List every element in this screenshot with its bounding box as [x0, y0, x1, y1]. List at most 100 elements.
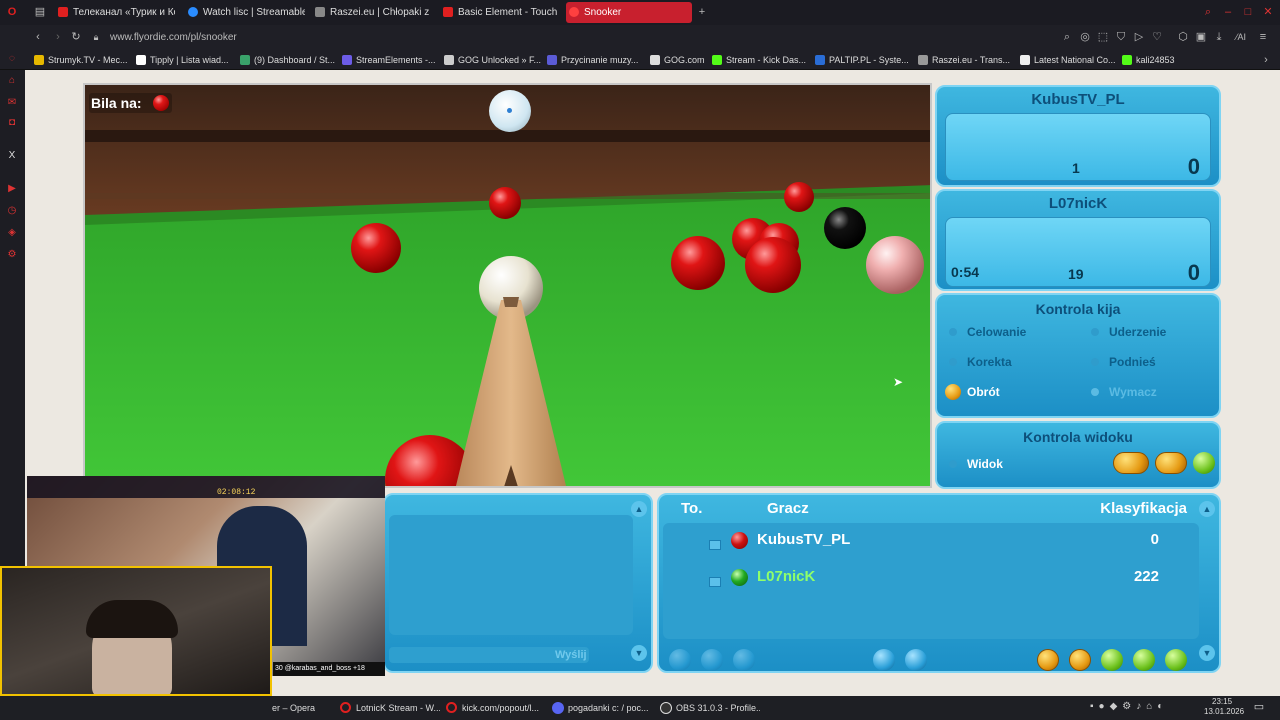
back-icon[interactable]: ‹: [30, 29, 46, 45]
bookmark-paltip[interactable]: PALTIP.PL - Syste...: [815, 52, 909, 68]
settings-icon[interactable]: [873, 649, 895, 671]
bookmark-national[interactable]: Latest National Co...: [1020, 52, 1116, 68]
menu-icon[interactable]: ≡: [1255, 29, 1271, 45]
new-tab-icon[interactable]: +: [694, 4, 710, 20]
search-tabs-icon[interactable]: ⌕: [1200, 4, 1216, 20]
taskbar-item-opera[interactable]: er – Opera: [272, 700, 334, 716]
reset-view-icon[interactable]: [1193, 452, 1215, 474]
player2-break: 19: [1068, 266, 1084, 282]
help-icon[interactable]: [1133, 649, 1155, 671]
screenshot-icon[interactable]: ⬚: [1095, 29, 1111, 45]
sidebar-player-icon[interactable]: ▶: [6, 183, 18, 195]
bookmark-favicon: [815, 55, 825, 65]
bookmark-przycinanie[interactable]: Przycinanie muzy...: [547, 52, 638, 68]
cue-option-uderzenie[interactable]: Uderzenie: [1091, 325, 1166, 339]
taskbar-item-obs[interactable]: OBS 31.0.3 - Profile...: [660, 700, 760, 716]
close-window-icon[interactable]: ✕: [1260, 4, 1276, 20]
ball-on-indicator: Bila na:: [89, 93, 172, 113]
sidebar-instagram-icon[interactable]: ◘: [6, 117, 18, 129]
more-bookmarks-icon[interactable]: ›: [1258, 52, 1274, 68]
taskbar-item-kick[interactable]: kick.com/popout/l...: [446, 700, 546, 716]
bookmark-kali[interactable]: kali24853: [1122, 52, 1175, 68]
spin-indicator-ball[interactable]: [489, 90, 531, 132]
taskbar-item-lotnick[interactable]: LotnicK Stream - W...: [340, 700, 440, 716]
forward-icon[interactable]: ›: [50, 29, 66, 45]
profile-icon[interactable]: [701, 649, 723, 671]
player-flag-icon: [709, 577, 721, 587]
extensions-icon[interactable]: ⬡: [1175, 29, 1191, 45]
view-option-widok[interactable]: Widok: [949, 457, 1003, 471]
tab-turik[interactable]: Телеканал «Турик и Кон...: [55, 2, 175, 23]
ai-icon[interactable]: ⁄AI: [1231, 29, 1251, 45]
reload-icon[interactable]: ↻: [68, 29, 84, 45]
wallet-icon[interactable]: ▣: [1193, 29, 1209, 45]
trophy-icon[interactable]: [1069, 649, 1091, 671]
play-icon[interactable]: ▷: [1131, 29, 1147, 45]
zoom-view-icon[interactable]: [1113, 452, 1149, 474]
ranking-row[interactable]: KubusTV_PL 0: [663, 529, 1199, 551]
sidebar-messenger-icon[interactable]: ✉: [6, 97, 18, 109]
zoom-icon[interactable]: ⌕: [1059, 29, 1075, 45]
tournament-icon[interactable]: [1101, 649, 1123, 671]
rotate-view-icon[interactable]: [1155, 452, 1187, 474]
tab-snooker[interactable]: Snooker: [566, 2, 692, 23]
bookmark-favicon: [34, 55, 44, 65]
bookmark-tipply[interactable]: Tipply | Lista wiad...: [136, 52, 229, 68]
bookmark-strumyk[interactable]: Strumyk.TV - Mec...: [34, 52, 128, 68]
tables-icon[interactable]: [1037, 649, 1059, 671]
sound-icon[interactable]: [905, 649, 927, 671]
cue-option-celowanie[interactable]: Celowanie: [949, 325, 1026, 339]
chat-scroll-down-icon[interactable]: ▼: [631, 645, 647, 661]
bookmark-raszei[interactable]: Raszei.eu - Trans...: [918, 52, 1010, 68]
radio-dot-icon: [949, 328, 957, 336]
sidebar-settings-icon[interactable]: ⚙: [6, 249, 18, 261]
sidebar-x-icon[interactable]: X: [6, 150, 18, 162]
cue-option-obrot[interactable]: Obrót: [945, 384, 1000, 400]
cue-option-podnies[interactable]: Podnieś: [1091, 355, 1156, 369]
maximize-icon[interactable]: □: [1240, 4, 1256, 20]
notifications-icon[interactable]: ▭: [1252, 700, 1266, 714]
search-player-icon[interactable]: [669, 649, 691, 671]
heart-icon[interactable]: ♡: [1149, 29, 1165, 45]
chat-send-button[interactable]: Wyślij: [555, 649, 587, 661]
exit-icon[interactable]: [1165, 649, 1187, 671]
ranking-scroll-up-icon[interactable]: ▲: [1199, 501, 1215, 517]
sidebar-aria-icon[interactable]: ⌂: [6, 75, 18, 87]
download-icon[interactable]: ⤓: [1211, 29, 1227, 45]
taskbar-item-discord[interactable]: pogadanki c: / poc...: [552, 700, 652, 716]
sidebar-wallet-icon[interactable]: ◈: [6, 227, 18, 239]
bookmark-dashboard[interactable]: (9) Dashboard / St...: [240, 52, 335, 68]
workspaces-icon[interactable]: ▤: [32, 4, 48, 20]
discord-icon: [552, 702, 564, 714]
bookmark-favicon: [136, 55, 146, 65]
ranking-list: KubusTV_PL 0 L07nicK 222: [663, 523, 1199, 639]
tab-streamable[interactable]: Watch lisc | Streamable: [185, 2, 305, 23]
sidebar-history-icon[interactable]: ◷: [6, 205, 18, 217]
ranking-row[interactable]: L07nicK 222: [663, 566, 1199, 588]
player-flag-icon: [709, 540, 721, 550]
url-field[interactable]: www.flyordie.com/pl/snooker: [110, 30, 710, 46]
radio-dot-icon: [1091, 328, 1099, 336]
opera-logo-icon[interactable]: O: [4, 4, 20, 20]
sidebar-opera-icon[interactable]: ◌: [6, 53, 18, 65]
bookmark-streamelements[interactable]: StreamElements -...: [342, 52, 436, 68]
bookmark-favicon: [918, 55, 928, 65]
tab-basic-element[interactable]: Basic Element - Touch: [440, 2, 558, 23]
shield-icon[interactable]: ⛉: [1113, 29, 1129, 45]
bookmark-favicon: [712, 55, 722, 65]
bookmark-kick[interactable]: Stream - Kick Das...: [712, 52, 806, 68]
minimize-icon[interactable]: –: [1220, 4, 1236, 20]
chat-scroll-up-icon[interactable]: ▲: [631, 501, 647, 517]
chat-panel: ▲ ▼ Wyślij: [383, 493, 653, 673]
ranking-scroll-down-icon[interactable]: ▼: [1199, 645, 1215, 661]
clock-time[interactable]: 23:15: [1212, 697, 1232, 706]
snapshot-icon[interactable]: ◎: [1077, 29, 1093, 45]
tab-raszei[interactable]: Raszei.eu | Chłopaki z Ra...: [312, 2, 432, 23]
snooker-table-view[interactable]: Bila na: ➤: [83, 83, 932, 488]
cue-option-korekta[interactable]: Korekta: [949, 355, 1012, 369]
bookmark-gog-unlocked[interactable]: GOG Unlocked » F...: [444, 52, 541, 68]
ignore-icon[interactable]: [733, 649, 755, 671]
bookmark-gog[interactable]: GOG.com: [650, 52, 705, 68]
black-ball: [824, 207, 866, 249]
clock-date[interactable]: 13.01.2026: [1204, 707, 1244, 716]
